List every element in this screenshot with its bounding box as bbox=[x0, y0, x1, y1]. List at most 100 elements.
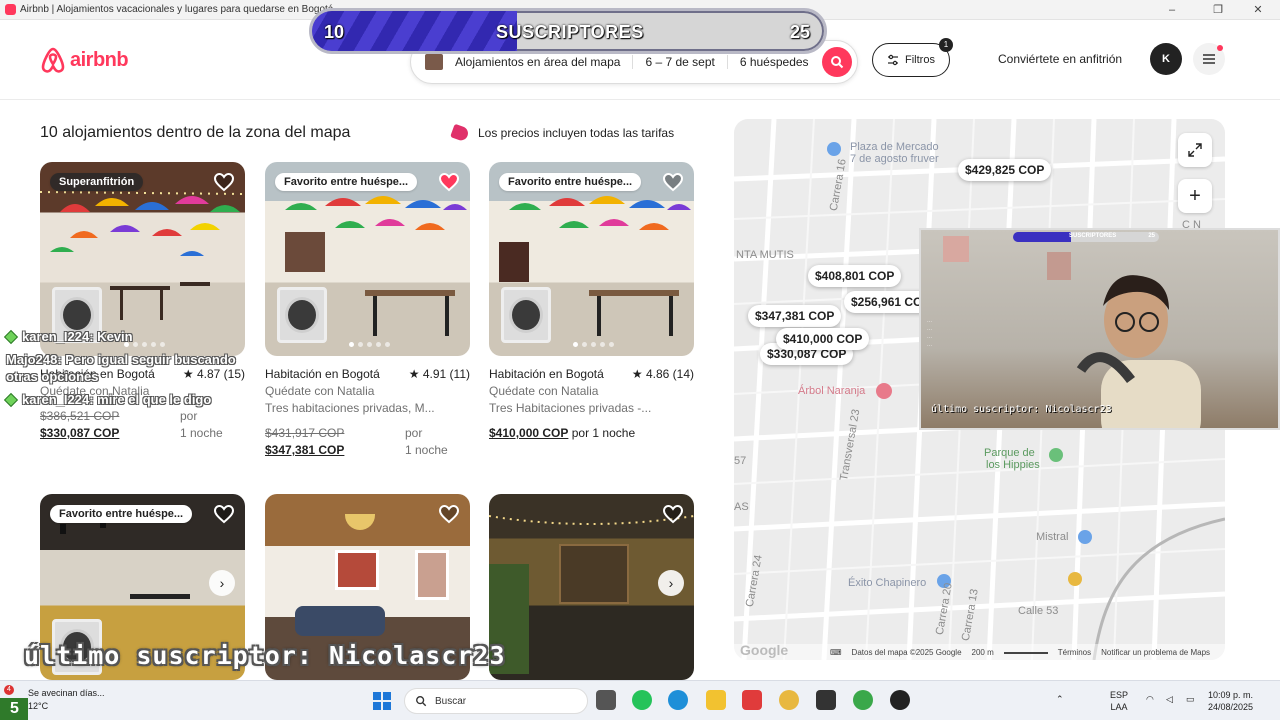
chrome-profile-icon[interactable] bbox=[853, 690, 873, 710]
window-title: Airbnb | Alojamientos vacacionales y lug… bbox=[20, 4, 334, 15]
map-price-pin[interactable]: $408,801 COP bbox=[808, 265, 902, 287]
map-area-icon bbox=[425, 54, 443, 70]
tray-chevron-icon[interactable]: ⌃ bbox=[1056, 693, 1064, 705]
listing-host: Quédate con Natalia bbox=[489, 384, 599, 398]
weather-widget[interactable]: 4 Se avecinan días... 12°C bbox=[4, 685, 105, 713]
listing-rating: ★ 4.91 (11) bbox=[408, 367, 470, 381]
windows-start-icon[interactable] bbox=[372, 691, 392, 711]
file-explorer-icon[interactable] bbox=[706, 690, 726, 710]
battery-icon[interactable]: ▭ bbox=[1186, 693, 1195, 705]
listing-photo[interactable]: Superanfitrión bbox=[40, 162, 245, 356]
map-price-pin[interactable]: $410,000 COP bbox=[776, 328, 870, 350]
search-location[interactable]: Alojamientos en área del mapa bbox=[443, 55, 634, 69]
listing-description: Tres Habitaciones privadas -... bbox=[489, 401, 652, 415]
map-label: Calle 53 bbox=[1018, 605, 1059, 617]
next-photo-button[interactable]: › bbox=[658, 570, 684, 596]
weather-badge: 4 bbox=[4, 685, 14, 695]
listing-card[interactable]: Favorito entre huéspe... Habitación en B… bbox=[489, 162, 694, 442]
host-photo bbox=[277, 287, 327, 343]
chat-user: karen_I224 bbox=[22, 329, 90, 344]
listing-photo[interactable]: Favorito entre huéspe... bbox=[265, 162, 470, 356]
subscriber-label: SUSCRIPTORES bbox=[496, 22, 644, 42]
wps-office-icon[interactable] bbox=[742, 690, 762, 710]
next-photo-button[interactable]: › bbox=[209, 570, 235, 596]
screen: Airbnb | Alojamientos vacacionales y lug… bbox=[0, 0, 1280, 720]
edge-icon[interactable] bbox=[668, 690, 688, 710]
sliders-icon bbox=[888, 54, 899, 66]
heart-filled-icon[interactable] bbox=[438, 172, 460, 192]
close-icon[interactable]: ✕ bbox=[1250, 2, 1266, 18]
listing-title: Habitación en Bogotá bbox=[489, 367, 604, 381]
new-price[interactable]: $330,087 COP bbox=[40, 425, 180, 442]
wall-poster bbox=[943, 236, 969, 262]
lang-layout: LAA bbox=[1110, 702, 1128, 712]
heart-icon[interactable] bbox=[438, 504, 460, 524]
logo-text: airbnb bbox=[70, 48, 129, 71]
price-nights: 1 noche bbox=[405, 443, 448, 457]
search-guests[interactable]: 6 huéspedes bbox=[728, 55, 821, 69]
map-terms-link[interactable]: Términos bbox=[1058, 648, 1091, 657]
heart-icon[interactable] bbox=[213, 504, 235, 524]
map-price-pin[interactable]: $429,825 COP bbox=[958, 159, 1052, 181]
keyboard-icon[interactable]: ⌨ bbox=[830, 648, 842, 657]
taskbar-search[interactable]: Buscar bbox=[404, 688, 588, 714]
map-label: 7 de agosto fruver bbox=[850, 153, 939, 165]
vip-diamond-icon bbox=[3, 392, 19, 408]
whatsapp-icon[interactable] bbox=[632, 690, 652, 710]
minimize-icon[interactable]: – bbox=[1164, 2, 1180, 18]
map-label: Éxito Chapinero bbox=[848, 577, 927, 589]
windows-taskbar: 4 Se avecinan días... 12°C Buscar ⌃ ESP … bbox=[0, 680, 1280, 720]
corner-badge: 5 bbox=[0, 698, 28, 720]
restore-icon[interactable]: ❐ bbox=[1210, 2, 1226, 18]
filters-button[interactable]: Filtros 1 bbox=[872, 38, 953, 77]
map-price-pin[interactable]: $347,381 COP bbox=[748, 305, 842, 327]
new-price[interactable]: $347,381 COP bbox=[265, 442, 405, 459]
taskbar-clock[interactable]: 10:09 p. m. 24/08/2025 bbox=[1208, 689, 1253, 713]
become-host-link[interactable]: Conviértete en anfitrión bbox=[998, 52, 1122, 66]
map-label: Parque de bbox=[984, 447, 1035, 459]
mini-sub-label: SUSCRIPTORES bbox=[1069, 233, 1117, 239]
chat-message: Majo248: Pero igual seguir buscando otra… bbox=[0, 351, 270, 385]
price-per: por bbox=[405, 426, 423, 440]
search-button[interactable] bbox=[822, 47, 852, 77]
listing-price[interactable]: $410,000 COP bbox=[489, 426, 568, 440]
task-view-icon[interactable] bbox=[596, 690, 616, 710]
window bbox=[335, 550, 379, 590]
volume-icon[interactable]: ◁ bbox=[1166, 693, 1173, 705]
chrome-icon[interactable] bbox=[779, 690, 799, 710]
kitchen-counter bbox=[285, 232, 325, 272]
app-icon[interactable] bbox=[890, 690, 910, 710]
language-indicator[interactable]: ESP LAA bbox=[1110, 689, 1128, 713]
listing-card[interactable]: › bbox=[489, 494, 694, 680]
heart-icon[interactable] bbox=[213, 172, 235, 192]
weather-temp: 12°C bbox=[28, 701, 49, 711]
umbrella-decor-icon bbox=[40, 191, 245, 256]
menu-button[interactable] bbox=[1193, 43, 1225, 75]
zoom-in-button[interactable]: + bbox=[1178, 179, 1212, 213]
subscriber-goal-bar: 10 SUSCRIPTORES 25 bbox=[309, 8, 827, 54]
lang-code: ESP bbox=[1110, 690, 1129, 700]
heart-icon[interactable] bbox=[662, 172, 684, 192]
airbnb-logo-icon bbox=[41, 47, 65, 73]
cam-last-subscriber: último suscriptor: Nicolascr23 bbox=[931, 404, 1112, 415]
clock-time: 10:09 p. m. bbox=[1208, 690, 1254, 700]
expand-map-button[interactable] bbox=[1178, 133, 1212, 167]
listing-photo[interactable]: Favorito entre huéspe... bbox=[489, 162, 694, 356]
results-title: 10 alojamientos dentro de la zona del ma… bbox=[40, 124, 351, 141]
wifi-icon[interactable]: ◠ bbox=[1146, 693, 1154, 705]
airbnb-logo[interactable]: airbnb bbox=[40, 46, 129, 74]
map-report-link[interactable]: Notificar un problema de Maps bbox=[1101, 648, 1210, 657]
listing-card[interactable]: Favorito entre huéspe... Habitación en B… bbox=[265, 162, 470, 459]
table-chairs bbox=[110, 282, 210, 322]
table-leg bbox=[445, 296, 449, 336]
user-avatar[interactable]: K bbox=[1150, 43, 1182, 75]
weather-text: Se avecinan días... bbox=[28, 688, 105, 698]
obs-icon[interactable] bbox=[816, 690, 836, 710]
heart-icon[interactable] bbox=[662, 504, 684, 524]
search-dates[interactable]: 6 – 7 de sept bbox=[633, 55, 728, 69]
airbnb-favicon-icon bbox=[5, 4, 16, 15]
map-data-credit: Datos del mapa ©2025 Google bbox=[851, 647, 962, 657]
listing-photo[interactable]: › bbox=[489, 494, 694, 680]
search-icon bbox=[831, 56, 844, 69]
filters-count-badge: 1 bbox=[939, 38, 953, 52]
